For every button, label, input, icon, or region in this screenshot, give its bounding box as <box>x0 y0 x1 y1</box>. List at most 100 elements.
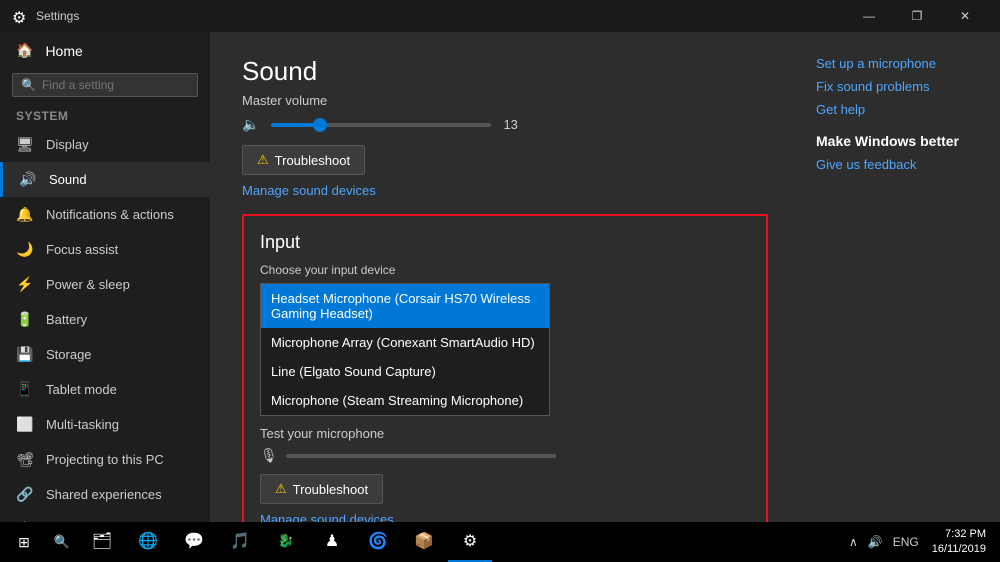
multitasking-icon: ⬜ <box>16 416 34 433</box>
manage-devices-link[interactable]: Manage sound devices <box>242 183 768 198</box>
sidebar-item-projecting[interactable]: 📽 Projecting to this PC <box>0 442 210 477</box>
volume-icon: 🔈 <box>242 116 259 133</box>
power-icon: ⚡ <box>16 276 34 293</box>
output-troubleshoot-button[interactable]: ⚠ Troubleshoot <box>242 145 365 175</box>
sidebar-item-display[interactable]: 🖥 Display <box>0 127 210 162</box>
tray-volume-icon[interactable]: 🔊 <box>865 535 886 549</box>
sidebar-item-label: Projecting to this PC <box>46 452 164 467</box>
volume-slider[interactable] <box>271 123 491 127</box>
sidebar-item-power[interactable]: ⚡ Power & sleep <box>0 267 210 302</box>
search-input[interactable] <box>42 78 197 92</box>
input-troubleshoot-button[interactable]: ⚠ Troubleshoot <box>260 474 383 504</box>
sidebar-item-label: Multi-tasking <box>46 417 119 432</box>
window-controls: — ❐ ✕ <box>846 0 988 32</box>
get-help-link[interactable]: Get help <box>816 102 984 117</box>
sidebar-item-tablet[interactable]: 📱 Tablet mode <box>0 372 210 407</box>
search-icon: 🔍 <box>21 78 36 92</box>
dropdown-option-1[interactable]: Microphone Array (Conexant SmartAudio HD… <box>261 328 549 357</box>
sidebar-item-shared[interactable]: 🔗 Shared experiences <box>0 477 210 512</box>
system-label: System <box>0 105 210 127</box>
sidebar-item-label: Battery <box>46 312 87 327</box>
start-button[interactable]: ⊞ <box>4 522 44 562</box>
volume-value: 13 <box>503 117 517 132</box>
master-volume-label: Master volume <box>242 93 768 108</box>
home-label: Home <box>45 43 82 59</box>
sidebar-item-multitasking[interactable]: ⬜ Multi-tasking <box>0 407 210 442</box>
taskbar-app-4[interactable]: 🐉 <box>264 522 308 562</box>
taskbar-app-1[interactable]: 🌐 <box>126 522 170 562</box>
test-mic-label: Test your microphone <box>260 426 750 441</box>
tray-date: 16/11/2019 <box>932 542 986 557</box>
right-panel: Set up a microphone Fix sound problems G… <box>800 32 1000 522</box>
sidebar-item-label: Power & sleep <box>46 277 130 292</box>
setup-mic-link[interactable]: Set up a microphone <box>816 56 984 71</box>
troubleshoot-label: Troubleshoot <box>275 153 350 168</box>
make-better-heading: Make Windows better <box>816 133 984 149</box>
sidebar-item-label: Tablet mode <box>46 382 117 397</box>
sidebar-item-sound[interactable]: 🔊 Sound <box>0 162 210 197</box>
warning-icon-2: ⚠ <box>275 481 287 497</box>
sidebar-item-focus[interactable]: 🌙 Focus assist <box>0 232 210 267</box>
main-layout: 🏠 Home 🔍 System 🖥 Display 🔊 Sound 🔔 Noti… <box>0 32 1000 522</box>
sidebar-item-label: Sound <box>49 172 87 187</box>
sidebar-item-battery[interactable]: 🔋 Battery <box>0 302 210 337</box>
taskbar-tray: ∧ 🔊 ENG 7:32 PM 16/11/2019 <box>846 527 996 558</box>
search-box[interactable]: 🔍 <box>12 73 198 97</box>
input-section-title: Input <box>260 232 750 253</box>
choose-input-label: Choose your input device <box>260 263 750 277</box>
notifications-icon: 🔔 <box>16 206 34 223</box>
taskbar-search[interactable]: 🔍 <box>44 522 80 562</box>
sidebar-item-label: Display <box>46 137 89 152</box>
warning-icon: ⚠ <box>257 152 269 168</box>
tray-chevron[interactable]: ∧ <box>846 535 861 549</box>
maximize-button[interactable]: ❐ <box>894 0 940 32</box>
sidebar-item-label: Notifications & actions <box>46 207 174 222</box>
taskbar-apps: 🗂 🌐 💬 🎵 🐉 ♟ 🌀 📦 ⚙ <box>80 522 846 562</box>
dropdown-list: Headset Microphone (Corsair HS70 Wireles… <box>260 283 550 416</box>
taskbar-app-2[interactable]: 💬 <box>172 522 216 562</box>
storage-icon: 💾 <box>16 346 34 363</box>
sidebar-item-label: Focus assist <box>46 242 118 257</box>
sidebar-item-clipboard[interactable]: 📋 Clipboard <box>0 512 210 522</box>
tray-lang[interactable]: ENG <box>890 535 922 549</box>
sidebar-item-notifications[interactable]: 🔔 Notifications & actions <box>0 197 210 232</box>
tablet-icon: 📱 <box>16 381 34 398</box>
taskbar-app-5[interactable]: ♟ <box>310 522 354 562</box>
taskbar-app-6[interactable]: 🌀 <box>356 522 400 562</box>
tray-time: 7:32 PM <box>945 527 986 542</box>
input-manage-devices-link[interactable]: Manage sound devices <box>260 512 750 522</box>
tray-clock[interactable]: 7:32 PM 16/11/2019 <box>926 527 992 558</box>
titlebar: ⚙ Settings — ❐ ✕ <box>0 0 1000 32</box>
page-title: Sound <box>242 56 768 87</box>
slider-thumb <box>313 118 327 132</box>
input-device-dropdown[interactable]: Headset Microphone (Corsair HS70 Wireles… <box>260 283 550 416</box>
dropdown-option-0[interactable]: Headset Microphone (Corsair HS70 Wireles… <box>261 284 549 328</box>
dropdown-option-3[interactable]: Microphone (Steam Streaming Microphone) <box>261 386 549 415</box>
taskbar-app-7[interactable]: 📦 <box>402 522 446 562</box>
sound-icon: 🔊 <box>19 171 37 188</box>
dropdown-option-2[interactable]: Line (Elgato Sound Capture) <box>261 357 549 386</box>
taskbar-app-0[interactable]: 🗂 <box>80 522 124 562</box>
titlebar-title: Settings <box>36 9 846 23</box>
sidebar-item-label: Shared experiences <box>46 487 162 502</box>
sidebar-item-label: Storage <box>46 347 92 362</box>
content-area: Sound Master volume 🔈 13 ⚠ Troubleshoot … <box>210 32 800 522</box>
feedback-link[interactable]: Give us feedback <box>816 157 984 172</box>
taskbar-app-8[interactable]: ⚙ <box>448 522 492 562</box>
sidebar-item-home[interactable]: 🏠 Home <box>0 32 210 69</box>
sidebar-item-storage[interactable]: 💾 Storage <box>0 337 210 372</box>
close-button[interactable]: ✕ <box>942 0 988 32</box>
minimize-button[interactable]: — <box>846 0 892 32</box>
mic-icon: 🎙 <box>260 447 278 464</box>
taskbar: ⊞ 🔍 🗂 🌐 💬 🎵 🐉 ♟ 🌀 📦 ⚙ ∧ 🔊 ENG 7:32 PM 16… <box>0 522 1000 562</box>
projecting-icon: 📽 <box>16 451 34 468</box>
battery-icon: 🔋 <box>16 311 34 328</box>
display-icon: 🖥 <box>16 136 34 153</box>
home-icon: 🏠 <box>16 42 33 59</box>
troubleshoot-label-2: Troubleshoot <box>293 482 368 497</box>
settings-icon: ⚙ <box>12 8 28 24</box>
fix-sound-link[interactable]: Fix sound problems <box>816 79 984 94</box>
mic-level-bar <box>286 454 556 458</box>
mic-row: 🎙 <box>260 447 750 464</box>
taskbar-app-3[interactable]: 🎵 <box>218 522 262 562</box>
